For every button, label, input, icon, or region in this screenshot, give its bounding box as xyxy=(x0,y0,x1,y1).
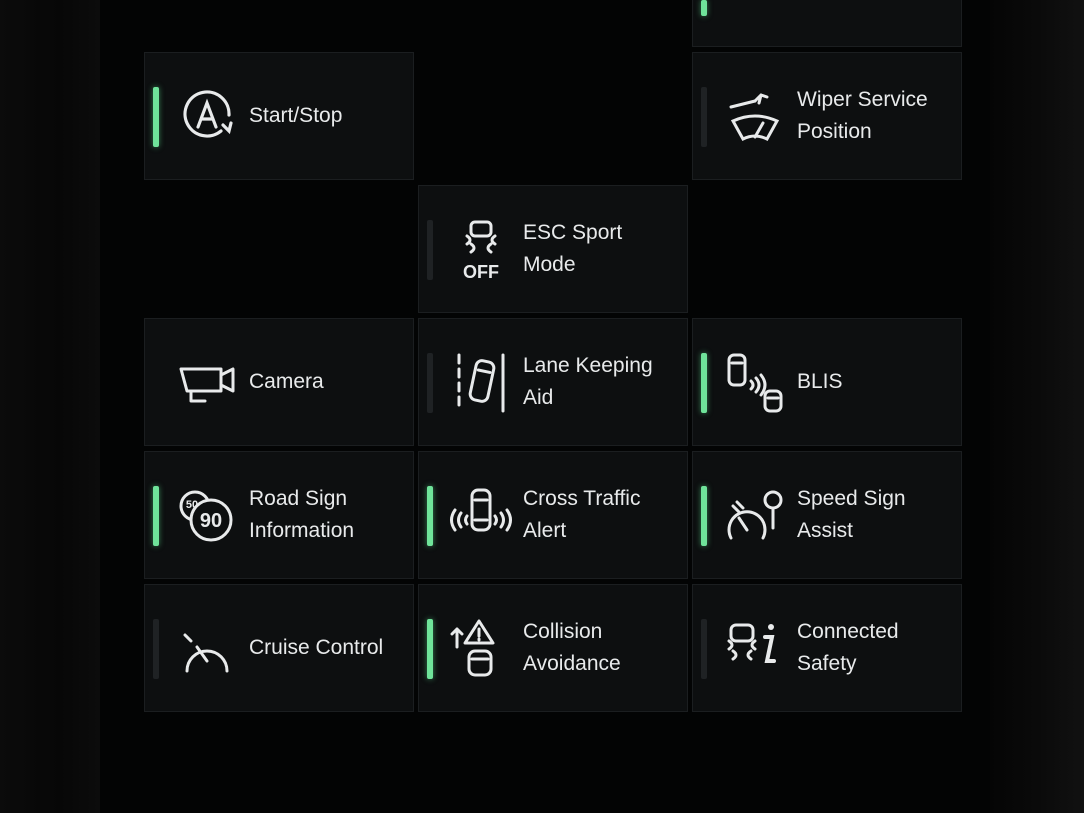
road-sign-icon: 50 90 xyxy=(175,484,239,548)
lane-keeping-icon xyxy=(449,351,513,415)
tile-label: ESC Sport Mode xyxy=(523,221,623,276)
camera-icon xyxy=(175,351,239,415)
tile-cross-traffic-alert[interactable]: Cross Traffic Alert xyxy=(418,451,688,579)
esc-off-text: OFF xyxy=(463,262,499,282)
tile-label: Lane Keeping Aid xyxy=(523,354,653,409)
status-indicator xyxy=(153,87,159,147)
tile-label: Cross Traffic Alert xyxy=(523,487,641,542)
tile-lane-keeping-aid[interactable]: Lane Keeping Aid xyxy=(418,318,688,446)
tile-esc-sport-mode[interactable]: OFF ESC Sport Mode xyxy=(418,185,688,313)
tile-blis[interactable]: BLIS xyxy=(692,318,962,446)
wiper-service-icon xyxy=(723,85,787,149)
tile-speed-sign-assist[interactable]: Speed Sign Assist xyxy=(692,451,962,579)
sign-large-value: 90 xyxy=(200,510,222,532)
status-indicator xyxy=(701,87,707,147)
status-indicator xyxy=(427,619,433,679)
tile-label: Cruise Control xyxy=(249,636,384,659)
tile-partial-top[interactable] xyxy=(692,0,962,47)
tile-label: Wiper Service Position xyxy=(797,88,928,143)
status-indicator xyxy=(427,353,433,413)
status-indicator xyxy=(701,619,707,679)
tile-start-stop[interactable]: Start/Stop xyxy=(144,52,414,180)
status-indicator xyxy=(153,619,159,679)
cruise-control-icon xyxy=(175,617,239,681)
status-indicator xyxy=(153,486,159,546)
tile-connected-safety[interactable]: Connected Safety xyxy=(692,584,962,712)
tile-collision-avoidance[interactable]: Collision Avoidance xyxy=(418,584,688,712)
tile-label: Camera xyxy=(249,370,324,393)
sign-small-value: 50 xyxy=(186,499,198,511)
tile-cruise-control[interactable]: Cruise Control xyxy=(144,584,414,712)
collision-avoidance-icon xyxy=(449,617,513,681)
tile-label: Road Sign Information xyxy=(249,487,355,542)
connected-safety-icon xyxy=(723,617,787,681)
status-indicator xyxy=(701,353,707,413)
esc-off-icon: OFF xyxy=(449,218,513,282)
tile-wiper-service[interactable]: Wiper Service Position xyxy=(692,52,962,180)
function-view-screen: Start/Stop Wiper Service Position OFF ES… xyxy=(100,0,990,813)
tile-label: BLIS xyxy=(797,370,843,393)
tile-label: Connected Safety xyxy=(797,620,899,675)
tile-label: Speed Sign Assist xyxy=(797,487,906,542)
status-indicator xyxy=(701,0,707,16)
tile-label: Start/Stop xyxy=(249,104,343,127)
tile-label: Collision Avoidance xyxy=(523,620,621,675)
display-bezel-right xyxy=(990,0,1084,813)
display-bezel-left xyxy=(0,0,100,813)
auto-start-stop-icon xyxy=(175,85,239,149)
status-indicator xyxy=(701,486,707,546)
status-indicator xyxy=(427,486,433,546)
blind-spot-icon xyxy=(723,351,787,415)
cross-traffic-icon xyxy=(449,484,513,548)
tile-camera[interactable]: Camera xyxy=(144,318,414,446)
status-indicator xyxy=(427,220,433,280)
tile-road-sign-information[interactable]: 50 90 Road Sign Information xyxy=(144,451,414,579)
speed-sign-icon xyxy=(723,484,787,548)
